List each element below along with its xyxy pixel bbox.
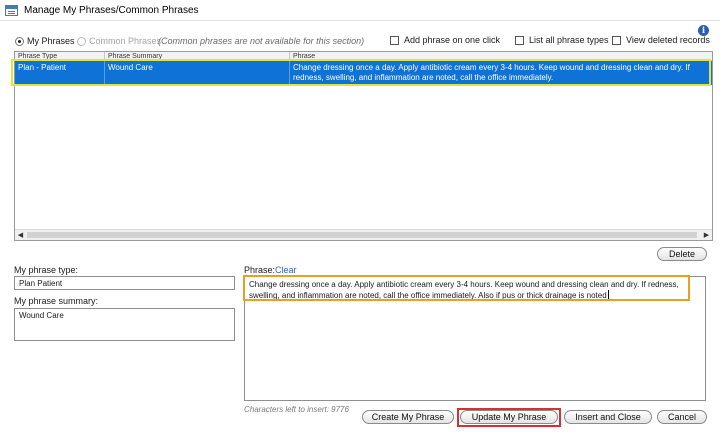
phrase-type-field[interactable]: Plan Patient bbox=[14, 276, 235, 290]
phrase-text-content: Change dressing once a day. Apply antibi… bbox=[249, 280, 679, 300]
grid-header: Phrase Type Phrase Summary Phrase bbox=[15, 52, 712, 61]
insert-and-close-button[interactable]: Insert and Close bbox=[564, 410, 652, 424]
window-app-icon bbox=[5, 4, 18, 16]
add-on-one-click-checkbox[interactable] bbox=[390, 36, 399, 45]
window-title: Manage My Phrases/Common Phrases bbox=[24, 4, 199, 16]
horizontal-scrollbar[interactable]: ◀ ▶ bbox=[15, 229, 712, 240]
row-phrase-type: Plan - Patient bbox=[15, 61, 105, 85]
phrase-type-label: My phrase type: bbox=[14, 265, 79, 275]
phrases-grid: Phrase Type Phrase Summary Phrase Plan -… bbox=[14, 51, 713, 241]
source-options-row: My Phrases Common Phrases (Common phrase… bbox=[0, 35, 720, 49]
table-row[interactable]: Plan - Patient Wound Care Change dressin… bbox=[15, 61, 712, 85]
column-header-type[interactable]: Phrase Type bbox=[15, 52, 105, 61]
scroll-left-icon[interactable]: ◀ bbox=[15, 231, 26, 240]
delete-button[interactable]: Delete bbox=[657, 247, 707, 261]
cancel-button[interactable]: Cancel bbox=[657, 410, 707, 424]
update-phrase-button[interactable]: Update My Phrase bbox=[460, 410, 558, 424]
create-phrase-button[interactable]: Create My Phrase bbox=[362, 410, 454, 424]
scrollbar-thumb[interactable] bbox=[27, 232, 697, 238]
common-phrases-label[interactable]: Common Phrases bbox=[89, 36, 161, 47]
list-all-types-checkbox[interactable] bbox=[515, 36, 524, 45]
my-phrases-label[interactable]: My Phrases bbox=[27, 36, 75, 47]
scroll-right-icon[interactable]: ▶ bbox=[701, 231, 712, 240]
list-all-types-label[interactable]: List all phrase types bbox=[529, 35, 609, 46]
phrase-summary-field[interactable]: Wound Care bbox=[14, 308, 235, 341]
title-bar: Manage My Phrases/Common Phrases bbox=[0, 0, 720, 21]
phrase-summary-label: My phrase summary: bbox=[14, 296, 99, 306]
phrase-type-value: Plan Patient bbox=[19, 279, 63, 288]
row-phrase-summary: Wound Care bbox=[105, 61, 290, 85]
my-phrases-radio[interactable] bbox=[15, 37, 24, 46]
row-phrase-text: Change dressing once a day. Apply antibi… bbox=[293, 63, 690, 82]
phrase-summary-value: Wound Care bbox=[19, 311, 64, 320]
common-phrases-radio[interactable] bbox=[77, 37, 86, 46]
common-phrases-note: (Common phrases are not available for th… bbox=[158, 36, 365, 46]
view-deleted-checkbox[interactable] bbox=[612, 36, 621, 45]
phrase-label: Phrase: bbox=[244, 265, 276, 275]
clear-link[interactable]: Clear bbox=[275, 265, 297, 276]
text-caret bbox=[607, 290, 609, 299]
phrase-textarea[interactable]: Change dressing once a day. Apply antibi… bbox=[244, 276, 706, 401]
view-deleted-label[interactable]: View deleted records bbox=[626, 35, 710, 46]
add-on-one-click-label[interactable]: Add phrase on one click bbox=[404, 35, 500, 46]
column-header-summary[interactable]: Phrase Summary bbox=[105, 52, 290, 61]
column-header-phrase[interactable]: Phrase bbox=[290, 52, 712, 61]
characters-left: Characters left to insert: 9776 bbox=[244, 405, 349, 414]
